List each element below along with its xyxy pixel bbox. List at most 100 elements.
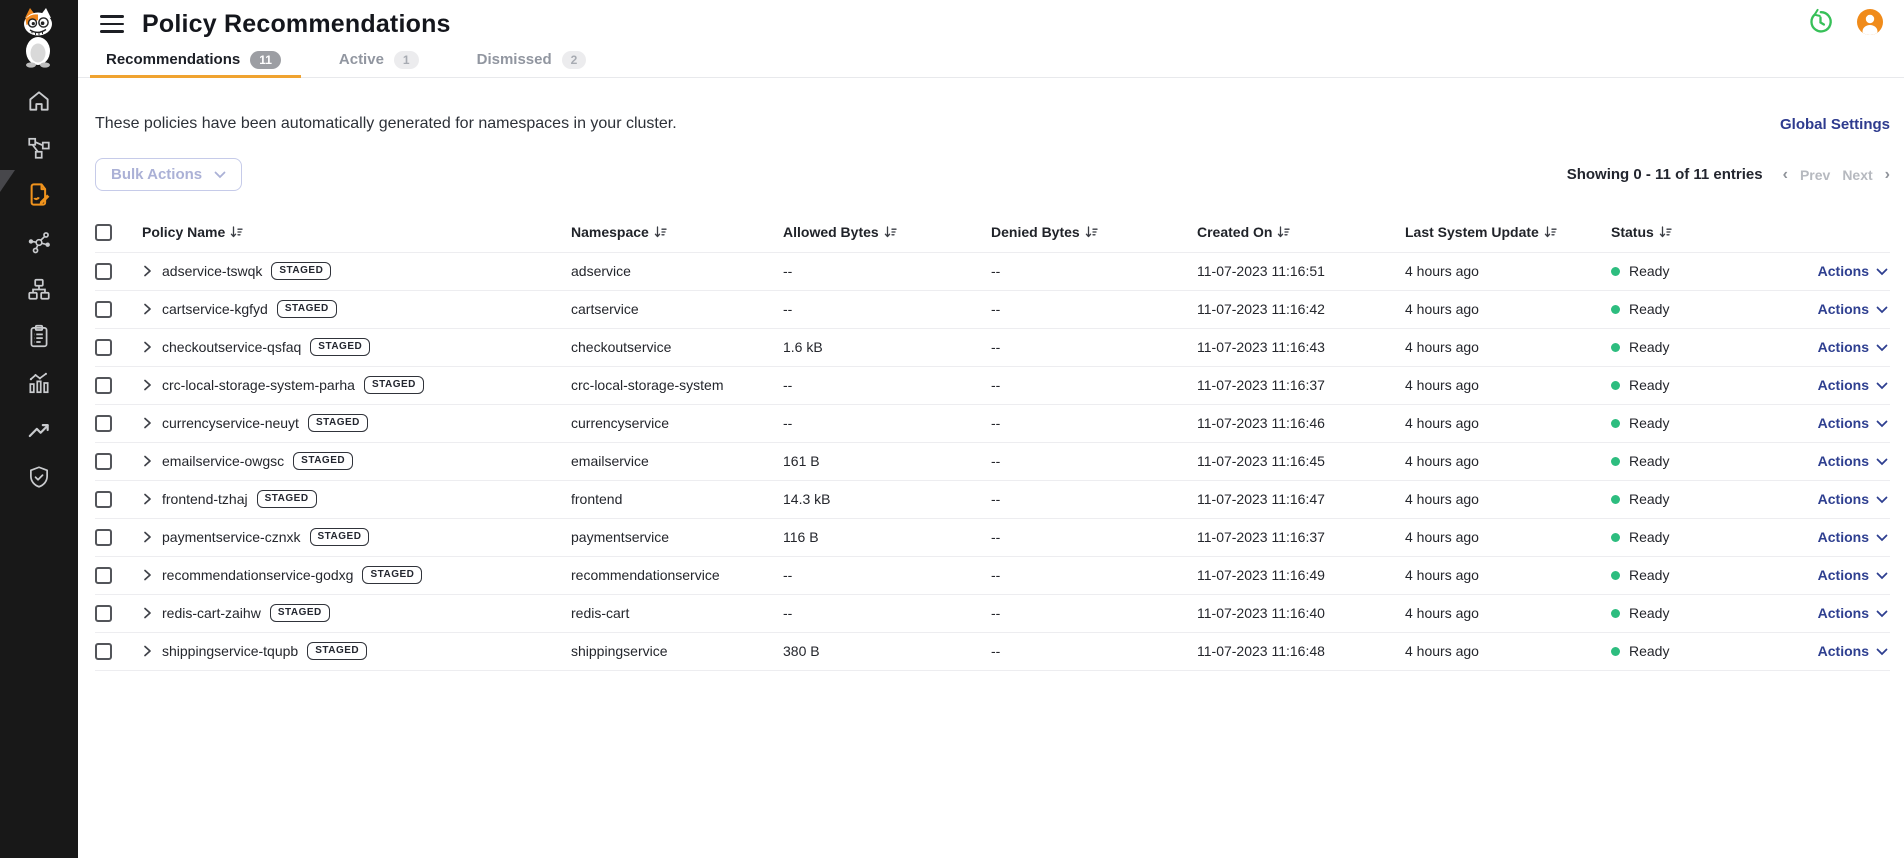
expand-row-chevron-icon[interactable] [142, 454, 153, 468]
sort-icon[interactable] [1272, 224, 1290, 240]
tab-recommendations[interactable]: Recommendations 11 [100, 48, 287, 77]
column-header[interactable]: Allowed Bytes [783, 217, 991, 252]
row-actions-button[interactable]: Actions [1818, 339, 1888, 355]
sidebar-item-network-graph[interactable] [25, 231, 53, 257]
expand-row-chevron-icon[interactable] [142, 378, 153, 392]
column-header[interactable]: Namespace [571, 217, 783, 252]
sort-icon[interactable] [1080, 224, 1098, 240]
sort-icon[interactable] [879, 224, 897, 240]
sidebar-item-security[interactable] [25, 466, 53, 492]
row-checkbox[interactable] [95, 263, 112, 280]
expand-row-chevron-icon[interactable] [142, 492, 153, 506]
expand-row-chevron-icon[interactable] [142, 264, 153, 278]
page-description: These policies have been automatically g… [95, 115, 677, 133]
staged-badge: STAGED [293, 452, 353, 470]
column-header[interactable]: Policy Name [142, 217, 571, 252]
status-dot-icon [1611, 495, 1620, 504]
staged-badge: STAGED [310, 338, 370, 356]
expand-row-chevron-icon[interactable] [142, 416, 153, 430]
denied-bytes-cell: -- [991, 328, 1197, 366]
row-checkbox[interactable] [95, 339, 112, 356]
sort-icon[interactable] [225, 224, 243, 240]
table-row: adservice-tswqkSTAGEDadservice----11-07-… [95, 252, 1890, 290]
row-checkbox[interactable] [95, 529, 112, 546]
row-actions-button[interactable]: Actions [1818, 643, 1888, 659]
expand-row-chevron-icon[interactable] [142, 530, 153, 544]
row-actions-button[interactable]: Actions [1818, 567, 1888, 583]
tab-count-badge: 11 [250, 51, 281, 69]
row-checkbox[interactable] [95, 567, 112, 584]
policy-name: crc-local-storage-system-parha [162, 377, 355, 393]
row-checkbox[interactable] [95, 377, 112, 394]
expand-row-chevron-icon[interactable] [142, 568, 153, 582]
next-button[interactable]: Next [1842, 167, 1872, 183]
chevron-down-icon [1876, 415, 1888, 431]
row-actions-button[interactable]: Actions [1818, 377, 1888, 393]
allowed-bytes-cell: 380 B [783, 632, 991, 670]
select-all-checkbox[interactable] [95, 224, 112, 241]
policy-name: emailservice-owgsc [162, 453, 284, 469]
sidebar-item-sitemap[interactable] [25, 278, 53, 304]
profile-button[interactable] [1856, 10, 1884, 38]
expand-row-chevron-icon[interactable] [142, 302, 153, 316]
row-checkbox[interactable] [95, 453, 112, 470]
global-settings-link[interactable]: Global Settings [1780, 116, 1890, 133]
expand-row-chevron-icon[interactable] [142, 644, 153, 658]
allowed-bytes-cell: -- [783, 404, 991, 442]
last-update-cell: 4 hours ago [1405, 594, 1611, 632]
table-header-row: Policy NameNamespaceAllowed BytesDenied … [95, 217, 1890, 252]
expand-row-chevron-icon[interactable] [142, 340, 153, 354]
row-actions-button[interactable]: Actions [1818, 263, 1888, 279]
status-dot-icon [1611, 647, 1620, 656]
staged-badge: STAGED [310, 528, 370, 546]
hamburger-menu-icon[interactable] [100, 15, 124, 33]
row-actions-button[interactable]: Actions [1818, 605, 1888, 621]
next-chevron-icon[interactable]: › [1885, 166, 1890, 184]
column-header-label: Created On [1197, 224, 1272, 240]
row-actions-button[interactable]: Actions [1818, 491, 1888, 507]
cat-mascot-logo[interactable] [11, 6, 67, 68]
allowed-bytes-cell: -- [783, 594, 991, 632]
tab-dismissed[interactable]: Dismissed 2 [471, 48, 593, 77]
sidebar-item-trend[interactable] [25, 419, 53, 445]
status-dot-icon [1611, 381, 1620, 390]
namespace-cell: checkoutservice [571, 328, 783, 366]
row-actions-button[interactable]: Actions [1818, 453, 1888, 469]
sidebar-item-clipboard[interactable] [25, 325, 53, 351]
network-graph-icon [26, 229, 52, 260]
sidebar-item-home[interactable] [25, 90, 53, 116]
sort-icon[interactable] [1654, 224, 1672, 240]
history-button[interactable] [1806, 10, 1834, 38]
column-header[interactable]: Denied Bytes [991, 217, 1197, 252]
prev-button[interactable]: Prev [1800, 167, 1830, 183]
row-actions-button[interactable]: Actions [1818, 529, 1888, 545]
actions-label: Actions [1818, 529, 1869, 545]
chevron-down-icon [1876, 567, 1888, 583]
row-checkbox[interactable] [95, 643, 112, 660]
row-actions-button[interactable]: Actions [1818, 415, 1888, 431]
namespace-cell: frontend [571, 480, 783, 518]
sort-icon[interactable] [649, 224, 667, 240]
bulk-actions-button[interactable]: Bulk Actions [95, 158, 242, 191]
row-checkbox[interactable] [95, 605, 112, 622]
sidebar-item-topology[interactable] [25, 137, 53, 163]
denied-bytes-cell: -- [991, 594, 1197, 632]
content: These policies have been automatically g… [78, 78, 1904, 858]
column-header[interactable]: Last System Update [1405, 217, 1611, 252]
prev-chevron-icon[interactable]: ‹ [1783, 166, 1788, 184]
row-checkbox[interactable] [95, 491, 112, 508]
tab-active[interactable]: Active 1 [333, 48, 425, 77]
column-header[interactable]: Created On [1197, 217, 1405, 252]
expand-row-chevron-icon[interactable] [142, 606, 153, 620]
row-actions-button[interactable]: Actions [1818, 301, 1888, 317]
sort-icon[interactable] [1539, 224, 1557, 240]
sidebar-item-analytics[interactable] [25, 372, 53, 398]
row-checkbox[interactable] [95, 415, 112, 432]
chevron-down-icon [1876, 339, 1888, 355]
namespace-cell: paymentservice [571, 518, 783, 556]
sidebar-item-policy-recommendations[interactable] [25, 184, 53, 210]
topbar-actions [1806, 10, 1890, 38]
status-text: Ready [1629, 301, 1669, 317]
column-header[interactable]: Status [1611, 217, 1765, 252]
row-checkbox[interactable] [95, 301, 112, 318]
